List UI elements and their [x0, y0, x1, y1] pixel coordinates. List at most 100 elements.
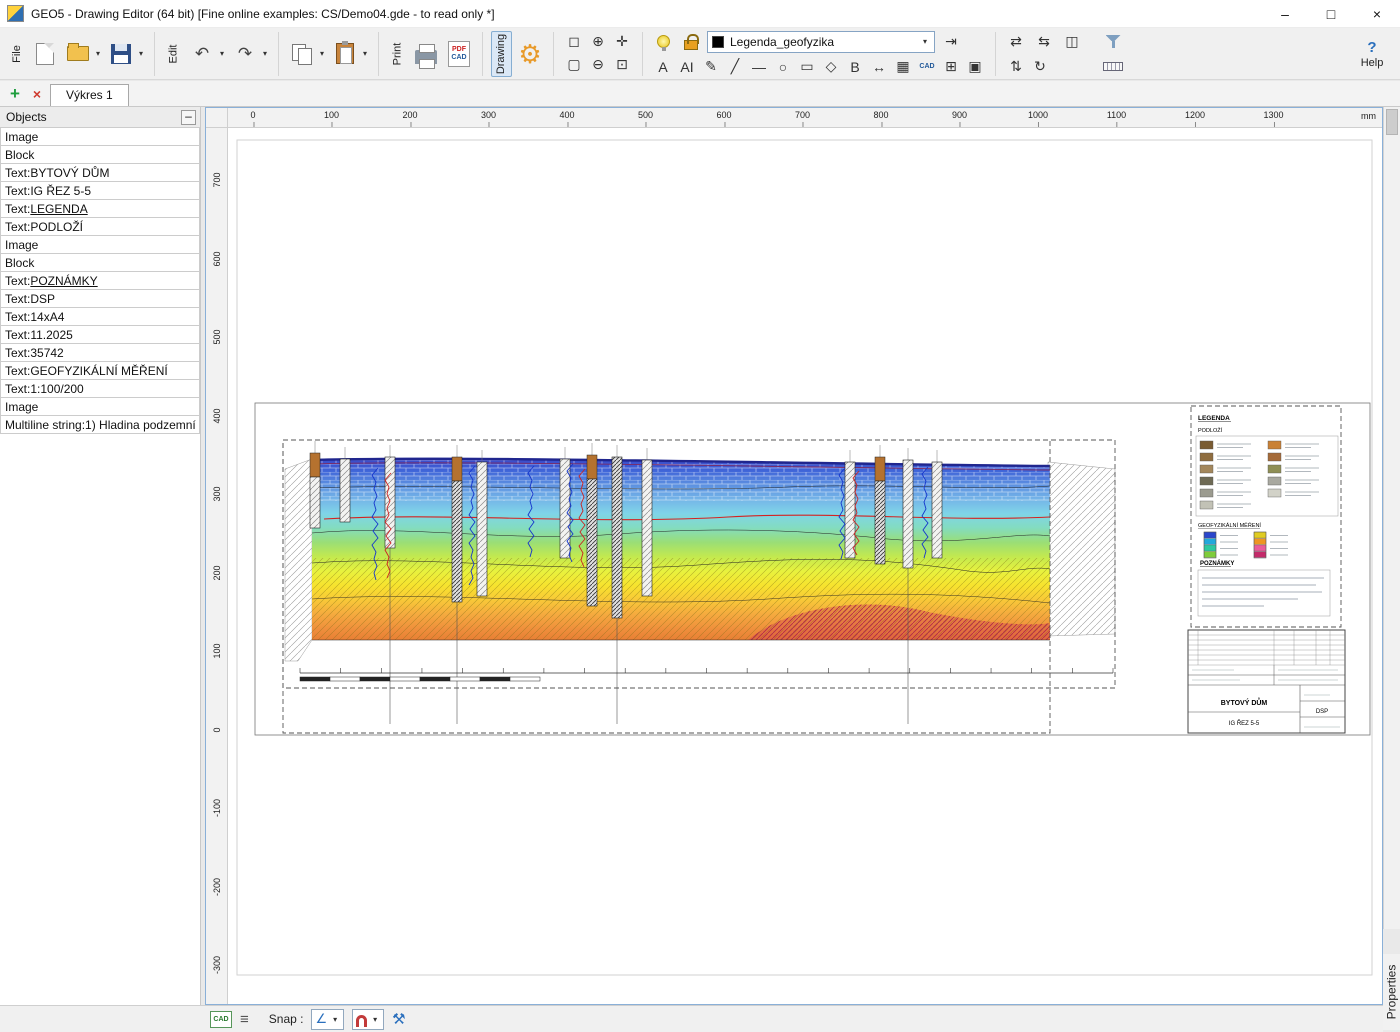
object-list-item[interactable]: Text: IG ŘEZ 5-5	[0, 181, 200, 200]
print-button[interactable]	[411, 37, 441, 71]
ruler-tick: 200	[402, 110, 417, 120]
object-list-item[interactable]: Text: 14xA4	[0, 307, 200, 326]
drawing-menu-label: Drawing	[496, 33, 508, 73]
redo-button[interactable]: ↷ ▾	[230, 37, 270, 71]
object-list-item[interactable]: Block	[0, 145, 200, 164]
file-menu-label: File	[10, 45, 22, 63]
open-button[interactable]: ▾	[63, 37, 103, 71]
copy-dropdown-caret[interactable]: ▾	[317, 49, 327, 58]
add-drawing-button[interactable]: +	[6, 85, 24, 103]
export-pdf-cad-button[interactable]: PDF CAD	[444, 37, 474, 71]
text-edit-tool[interactable]: ✎	[699, 56, 723, 77]
snap-settings-button[interactable]: ⚒	[392, 1010, 405, 1028]
mirror-tool[interactable]: ◫	[1060, 31, 1084, 52]
magnet-caret[interactable]: ▾	[370, 1015, 380, 1024]
save-button[interactable]: ▾	[106, 37, 146, 71]
canvas[interactable]: LEGENDA PODLOŽÍ GEOFYZIKÁLNÍ MĚŘENÍ POZN…	[228, 128, 1382, 1004]
cad-status-icon[interactable]: CAD	[210, 1011, 232, 1028]
close-drawing-button[interactable]: ×	[29, 86, 45, 102]
object-list-item[interactable]: Image	[0, 235, 200, 254]
highlight-button[interactable]	[651, 31, 675, 52]
open-dropdown-caret[interactable]: ▾	[93, 49, 103, 58]
object-list-item[interactable]: Text: GEOFYZIKÁLNÍ MĚŘENÍ	[0, 361, 200, 380]
line-tool[interactable]: ╱	[723, 56, 747, 77]
help-button[interactable]: ? Help	[1350, 39, 1394, 69]
snap-mode-caret[interactable]: ▾	[330, 1015, 340, 1024]
object-list-item[interactable]: Text: 1:100/200	[0, 379, 200, 398]
minimize-button[interactable]: –	[1262, 0, 1308, 27]
edit-menu-button[interactable]: Edit	[163, 31, 184, 77]
redo-dropdown-caret[interactable]: ▾	[260, 49, 270, 58]
polygon-tool[interactable]: ◇	[819, 56, 843, 77]
rectangle-tool[interactable]: ▭	[795, 56, 819, 77]
new-document-button[interactable]	[30, 37, 60, 71]
toolbar-separator	[482, 32, 483, 76]
circle-tool[interactable]: ○	[771, 56, 795, 77]
style-combobox-caret[interactable]: ▾	[920, 37, 930, 46]
object-list-item[interactable]: Text: 35742	[0, 343, 200, 362]
file-menu-button[interactable]: File	[6, 31, 27, 77]
lock-button[interactable]	[679, 31, 703, 52]
zoom-in-tool[interactable]: ⊕	[586, 31, 610, 52]
object-list-item[interactable]: Text: POZNÁMKY	[0, 271, 200, 290]
title-block[interactable]: BYTOVÝ DŮM IG ŘEZ 5-5 DSP	[1188, 630, 1345, 733]
save-dropdown-caret[interactable]: ▾	[136, 49, 146, 58]
tab-vykres-1[interactable]: Výkres 1	[50, 84, 129, 106]
pan-tool[interactable]: ✛	[610, 31, 634, 52]
legend-block[interactable]: LEGENDA PODLOŽÍ GEOFYZIKÁLNÍ MĚŘENÍ POZN…	[1196, 415, 1338, 616]
print-menu-button[interactable]: Print	[387, 31, 408, 77]
text-tool[interactable]: A	[651, 56, 675, 77]
paste-dropdown-caret[interactable]: ▾	[360, 49, 370, 58]
object-list-item[interactable]: Text: PODLOŽÍ	[0, 217, 200, 236]
rotate-tool[interactable]: ↻	[1028, 56, 1052, 77]
scrollbar-thumb[interactable]	[1386, 109, 1398, 135]
object-list-item[interactable]: Multiline string: 1) Hladina podzemní	[0, 415, 200, 434]
ruler-corner	[206, 108, 228, 128]
cad-import-tool[interactable]: CAD	[915, 56, 939, 77]
object-list-item[interactable]: Text: 11.2025	[0, 325, 200, 344]
undo-dropdown-caret[interactable]: ▾	[217, 49, 227, 58]
settings-button[interactable]: ⚙	[515, 37, 545, 71]
object-list-item[interactable]: Text: LEGENDA	[0, 199, 200, 218]
zoom-window-tool[interactable]: ◻	[562, 31, 586, 52]
hatch-tool[interactable]: ▦	[891, 56, 915, 77]
legend-geophysics-title: GEOFYZIKÁLNÍ MĚŘENÍ	[1198, 521, 1261, 529]
copy-button[interactable]: ▾	[287, 37, 327, 71]
undo-button[interactable]: ↶ ▾	[187, 37, 227, 71]
measure-button[interactable]	[1101, 56, 1125, 77]
magnet-snap-select[interactable]: ▾	[352, 1009, 384, 1030]
text-block-tool[interactable]: AI	[675, 56, 699, 77]
collapse-panel-button[interactable]: –	[181, 110, 196, 125]
objects-panel-title: Objects	[6, 110, 47, 124]
snap-mode-select[interactable]: ∠ ▾	[311, 1009, 344, 1030]
drawing-menu-button[interactable]: Drawing	[491, 31, 512, 77]
properties-tab[interactable]: Properties	[1383, 954, 1400, 1030]
toolbar-separator	[154, 32, 155, 76]
object-list-item[interactable]: Block	[0, 253, 200, 272]
dimension-tool[interactable]: ↔	[867, 56, 891, 77]
zoom-out-tool[interactable]: ⊖	[586, 54, 610, 75]
image-tool[interactable]: ▣	[963, 56, 987, 77]
style-combobox[interactable]: Legenda_geofyzika ▾	[707, 31, 935, 53]
vertical-scrollbar[interactable]	[1383, 107, 1400, 929]
layers-icon[interactable]: ≡	[240, 1011, 249, 1028]
object-list-item[interactable]: Text: BYTOVÝ DŮM	[0, 163, 200, 182]
paste-format-tool[interactable]: ⇆	[1032, 31, 1056, 52]
paste-button[interactable]: ▾	[330, 37, 370, 71]
table-tool[interactable]: ⊞	[939, 56, 963, 77]
apply-style-button[interactable]: ⇥	[939, 31, 963, 52]
object-list-item[interactable]: Image	[0, 397, 200, 416]
zoom-select-tool[interactable]: ▢	[562, 54, 586, 75]
close-button[interactable]: ×	[1354, 0, 1400, 27]
object-list-item[interactable]: Text: DSP	[0, 289, 200, 308]
polyline-tool[interactable]: —	[747, 56, 771, 77]
filter-button[interactable]	[1101, 31, 1125, 52]
ruler-tick: 1300	[1263, 110, 1283, 120]
zoom-extents-tool[interactable]: ⊡	[610, 54, 634, 75]
copy-format-tool[interactable]: ⇄	[1004, 31, 1028, 52]
ruler-tick: -300	[211, 954, 223, 976]
flip-vertical-tool[interactable]: ⇅	[1004, 56, 1028, 77]
object-list-item[interactable]: Image	[0, 127, 200, 146]
maximize-button[interactable]: □	[1308, 0, 1354, 27]
spline-tool[interactable]: B	[843, 56, 867, 77]
